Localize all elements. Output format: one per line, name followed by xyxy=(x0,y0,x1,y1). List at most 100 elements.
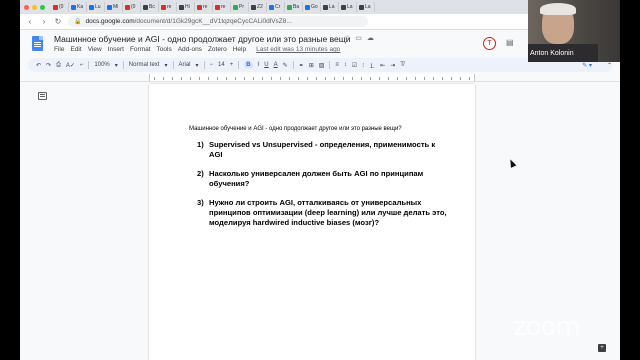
tab-label: re xyxy=(167,4,172,10)
list-text: Supervised vs Unsupervised - определения… xyxy=(209,140,436,159)
collapse-menus-icon[interactable]: ⌃ xyxy=(607,62,612,69)
browser-tab[interactable]: Go xyxy=(303,2,321,12)
increase-indent-icon[interactable]: ⇥ xyxy=(390,62,395,69)
back-icon[interactable]: ‹ xyxy=(26,17,34,26)
menu-item-addons[interactable]: Add-ons xyxy=(178,46,202,53)
menu-item-edit[interactable]: Edit xyxy=(70,46,81,53)
cloud-status-icon[interactable]: ☁ xyxy=(367,34,374,42)
font-size-field[interactable]: 14 xyxy=(218,62,225,68)
underline-button[interactable]: U xyxy=(264,62,268,68)
bulleted-list-icon[interactable]: ⁝ xyxy=(362,62,364,69)
tab-label: (0 xyxy=(59,4,64,10)
question-list: 1) Supervised vs Unsupervised - определен… xyxy=(197,140,447,237)
text-color-button[interactable]: A xyxy=(274,62,278,68)
highlight-icon[interactable]: ✎ xyxy=(283,62,288,69)
browser-tab[interactable]: Cr xyxy=(267,2,285,12)
google-docs-logo-icon[interactable] xyxy=(32,36,43,51)
forward-icon[interactable]: › xyxy=(40,17,48,26)
zoom-watermark: zoom xyxy=(513,312,581,342)
star-icon[interactable]: ☆ xyxy=(344,34,350,42)
tab-label: La xyxy=(365,4,371,10)
favicon-icon xyxy=(287,4,292,10)
image-icon[interactable]: ▨ xyxy=(319,62,325,69)
paragraph-style-select[interactable]: Normal text xyxy=(129,62,160,68)
reload-icon[interactable]: ↻ xyxy=(54,17,62,26)
explore-button[interactable]: + xyxy=(598,344,606,352)
zoom-frame: (0 Ka Lu Mi (0 Bc re Hi re re Pr Z2 Cr Ba Go La La La ‹ ›… xyxy=(0,0,640,360)
menu-item-zotero[interactable]: Zotero xyxy=(208,46,227,53)
menu-item-help[interactable]: Help xyxy=(233,46,246,53)
move-icon[interactable]: ▭ xyxy=(355,34,362,42)
minimize-window-button[interactable] xyxy=(32,4,37,10)
vertical-scrollbar[interactable] xyxy=(612,82,620,360)
bold-button[interactable]: B xyxy=(244,62,253,68)
menu-item-file[interactable]: File xyxy=(54,46,64,53)
browser-tab[interactable]: Ka xyxy=(69,2,87,12)
comment-history-icon[interactable]: ▤ xyxy=(506,38,514,47)
clear-formatting-icon[interactable]: T̸ xyxy=(400,62,404,68)
browser-tab[interactable]: Lu xyxy=(87,2,105,12)
link-icon[interactable]: ⚭ xyxy=(299,62,304,69)
browser-tab[interactable]: Bc xyxy=(141,2,159,12)
window-controls xyxy=(24,4,45,10)
browser-tab[interactable]: La xyxy=(357,2,375,12)
decrease-size-icon[interactable]: − xyxy=(210,62,214,68)
favicon-icon xyxy=(215,4,220,10)
italic-button[interactable]: I xyxy=(258,62,260,68)
browser-tab[interactable]: Mi xyxy=(105,2,123,12)
favicon-icon xyxy=(89,4,94,10)
browser-tab[interactable]: La xyxy=(321,2,339,12)
tab-label: (0 xyxy=(131,4,136,10)
browser-tab[interactable]: Z2 xyxy=(249,2,267,12)
browser-tab[interactable]: (0 xyxy=(51,2,69,12)
menu-item-insert[interactable]: Insert xyxy=(108,46,124,53)
menu-item-format[interactable]: Format xyxy=(130,46,151,53)
favicon-icon xyxy=(233,4,238,10)
menu-item-view[interactable]: View xyxy=(88,46,102,53)
undo-icon[interactable]: ↶ xyxy=(36,62,41,69)
browser-tab[interactable]: (0 xyxy=(123,2,141,12)
document-outline-icon[interactable] xyxy=(38,92,47,100)
last-edit-link[interactable]: Last edit was 13 minutes ago xyxy=(256,46,340,53)
favicon-icon xyxy=(143,4,148,10)
align-left-icon[interactable]: ≡ xyxy=(335,62,339,68)
redo-icon[interactable]: ↷ xyxy=(46,62,51,69)
line-spacing-icon[interactable]: ↕ xyxy=(344,62,347,68)
list-text: Нужно ли строить AGI, отталкиваясь от ун… xyxy=(209,198,447,227)
browser-tab[interactable]: Pr xyxy=(231,2,249,12)
close-window-button[interactable] xyxy=(24,4,29,10)
maximize-window-button[interactable] xyxy=(40,4,45,10)
account-avatar[interactable]: T xyxy=(483,37,496,50)
favicon-icon xyxy=(197,4,202,10)
browser-tab[interactable]: Hi xyxy=(177,2,195,12)
zoom-select[interactable]: 100% xyxy=(94,62,109,68)
editing-mode-icon[interactable]: ✎ ▾ xyxy=(582,62,592,69)
chevron-down-icon: ▾ xyxy=(195,62,199,69)
document-page[interactable]: Машинное обучение и AGI - одно продолжае… xyxy=(149,84,475,360)
menu-item-tools[interactable]: Tools xyxy=(157,46,172,53)
document-title[interactable]: Машинное обучение и AGI - одно продолжае… xyxy=(54,34,351,44)
numbered-list-icon[interactable]: ⒈ xyxy=(369,61,375,70)
tab-label: re xyxy=(203,4,208,10)
browser-tab[interactable]: re xyxy=(195,2,213,12)
checklist-icon[interactable]: ☑ xyxy=(352,62,357,69)
paint-format-icon[interactable]: ⌐ xyxy=(80,62,84,68)
browser-tab[interactable]: re xyxy=(213,2,231,12)
list-text: Насколько универсален должен быть AGI по… xyxy=(209,169,424,188)
spellcheck-icon[interactable]: A✓ xyxy=(66,62,75,69)
chevron-down-icon: ▾ xyxy=(114,62,118,69)
browser-tab[interactable]: La xyxy=(339,2,357,12)
decrease-indent-icon[interactable]: ⇤ xyxy=(380,62,385,69)
favicon-icon xyxy=(125,4,130,10)
font-select[interactable]: Arial xyxy=(179,62,191,68)
browser-tab[interactable]: re xyxy=(159,2,177,12)
favicon-icon xyxy=(53,4,58,10)
browser-tab[interactable]: Ba xyxy=(285,2,303,12)
increase-size-icon[interactable]: + xyxy=(230,62,234,68)
tab-label: Cr xyxy=(275,4,281,10)
favicon-icon xyxy=(251,4,256,10)
comment-icon[interactable]: ⊞ xyxy=(309,62,314,69)
url-field[interactable]: 🔒 docs.google.com/document/d/1Gk29gcK__d… xyxy=(68,16,368,27)
print-icon[interactable]: ⎙ xyxy=(56,62,61,69)
favicon-icon xyxy=(323,4,328,10)
